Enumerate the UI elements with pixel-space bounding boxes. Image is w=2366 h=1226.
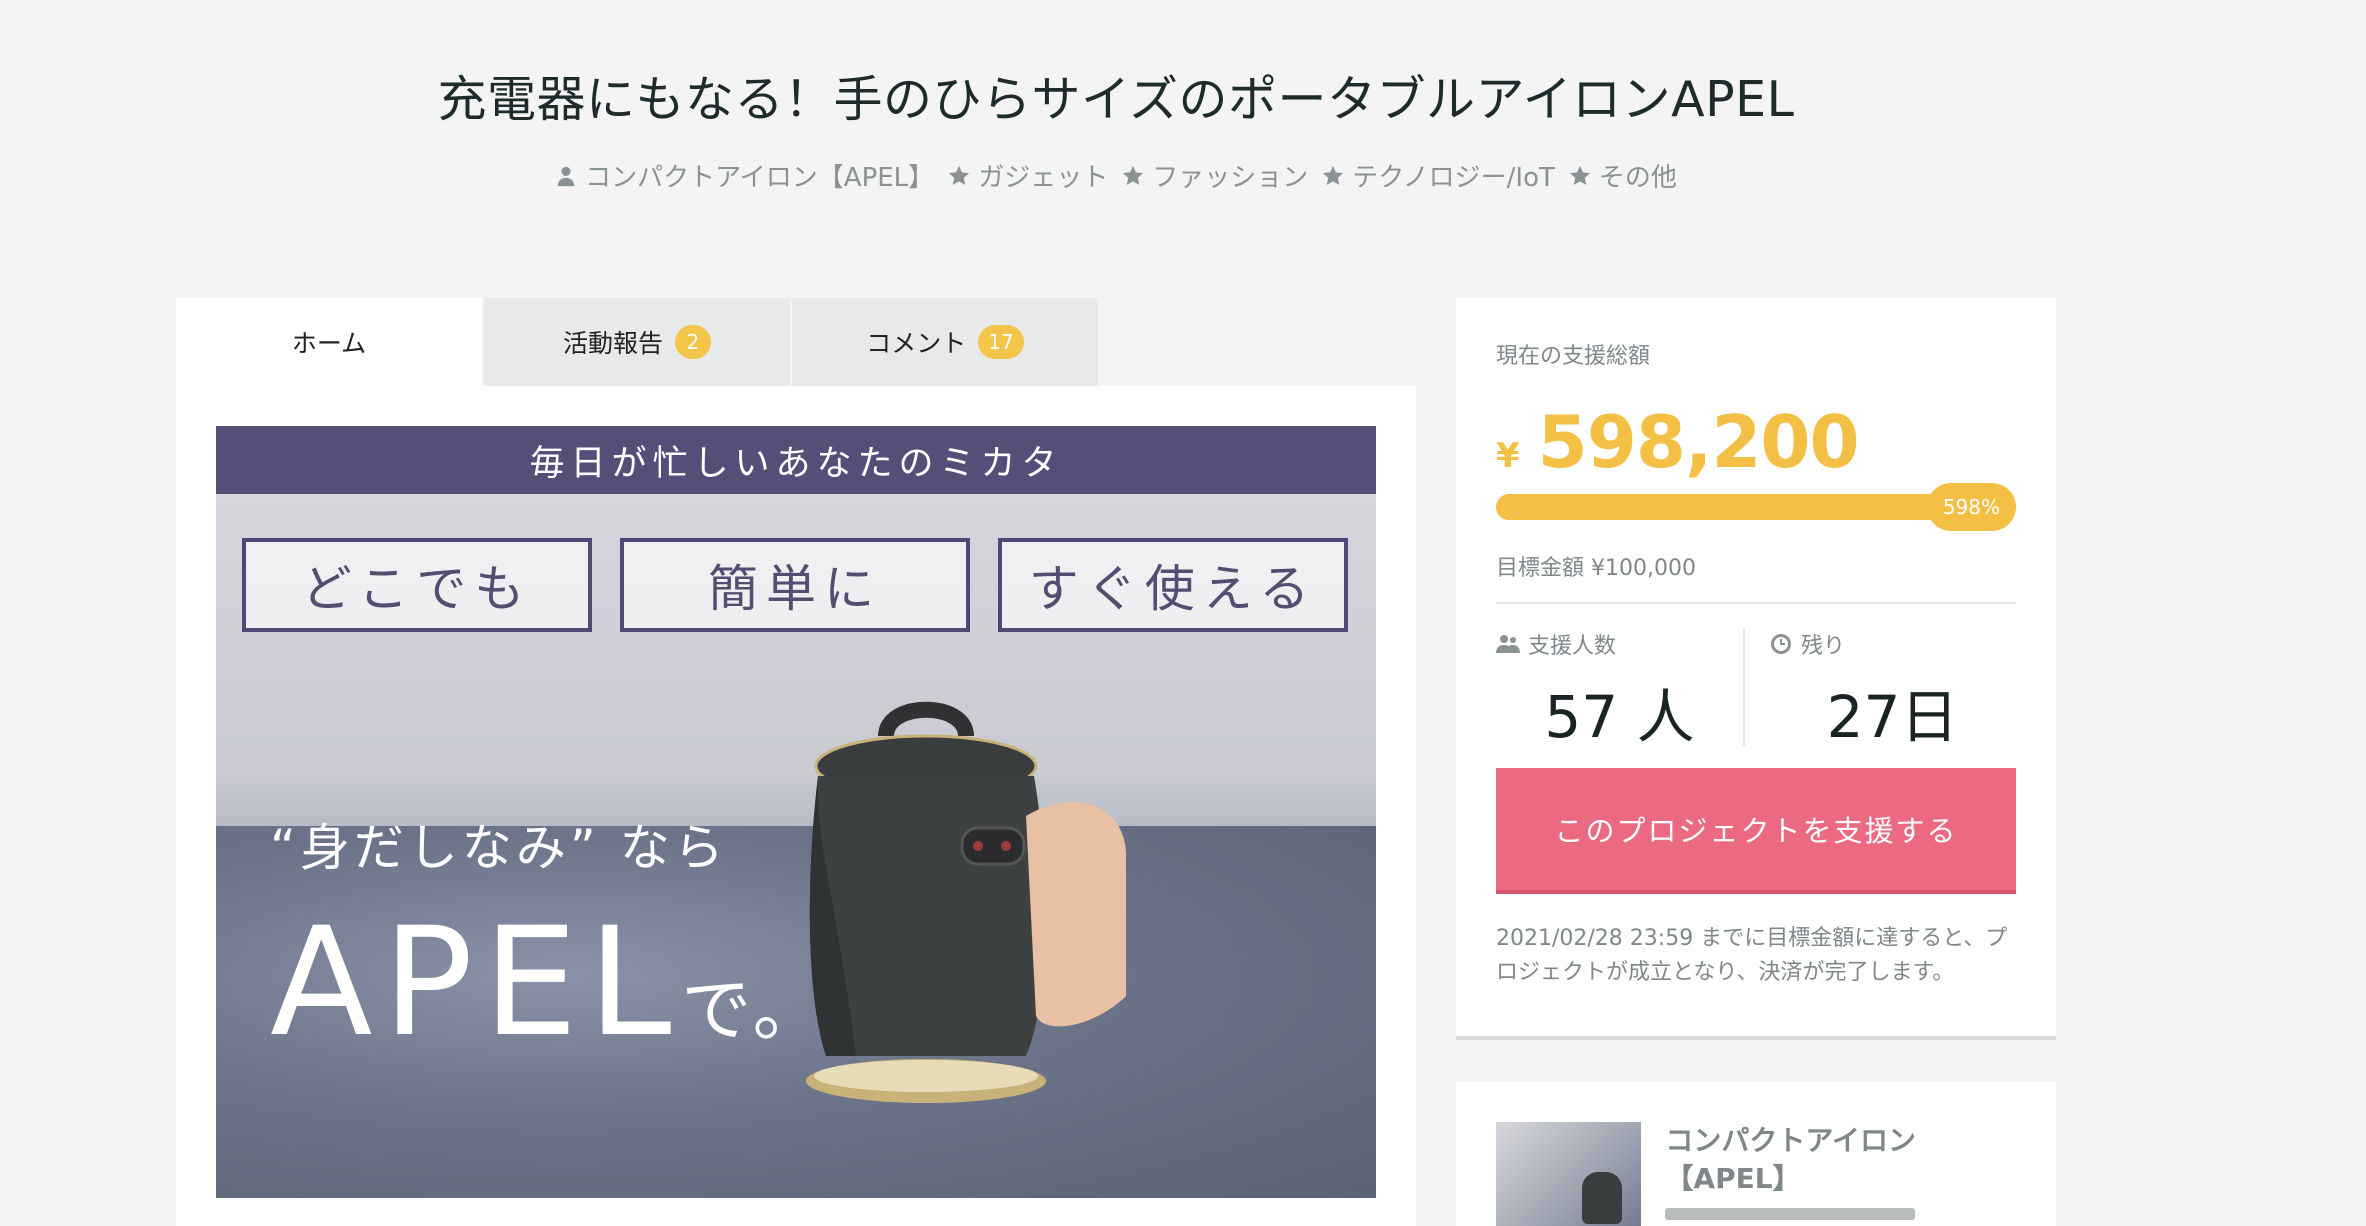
- hero-feature-boxes: どこでも 簡単に すぐ使える: [242, 538, 1348, 632]
- owner-info: コンパクトアイロン【APEL】: [1665, 1122, 2016, 1226]
- hero-image: 毎日が忙しいあなたのミカタ どこでも 簡単に すぐ使える “身だしなみ” なら …: [216, 426, 1376, 1198]
- category-label: ガジェット: [978, 163, 1109, 193]
- category-label: その他: [1598, 163, 1677, 193]
- divider: [1496, 602, 2016, 604]
- feature-box: 簡単に: [620, 538, 970, 632]
- stats-row: 支援人数 57 人 残り 27日: [1496, 628, 2016, 751]
- backers-value: 57 人: [1544, 683, 1695, 751]
- project-header: 充電器にもなる！手のひらサイズのポータブルアイロンAPEL コンパクトアイロン【…: [0, 60, 2232, 194]
- project-title: 充電器にもなる！手のひらサイズのポータブルアイロンAPEL: [437, 71, 1795, 128]
- hero-banner: 毎日が忙しいあなたのミカタ: [216, 426, 1376, 494]
- remaining-value: 27日: [1826, 683, 1959, 751]
- clock-icon: [1771, 634, 1791, 654]
- star-icon: [949, 165, 970, 185]
- category-gadget[interactable]: ガジェット: [948, 157, 1108, 194]
- back-project-button[interactable]: このプロジェクトを支援する: [1496, 768, 2016, 894]
- hero-brand: APEL: [270, 896, 682, 1070]
- hero-brand-line: APELで。: [270, 896, 827, 1070]
- progress-percent: 598%: [1926, 483, 2016, 531]
- star-icon: [1323, 165, 1344, 185]
- user-icon: [557, 166, 575, 186]
- users-icon: [1496, 635, 1520, 653]
- owner-thumbnail: [1496, 1122, 1642, 1226]
- tab-comments[interactable]: コメント 17: [792, 298, 1100, 386]
- category-other[interactable]: その他: [1569, 157, 1677, 194]
- count-badge: 17: [978, 325, 1024, 359]
- remaining-label-row: 残り: [1769, 628, 2016, 660]
- currency-symbol: ¥: [1496, 436, 1520, 476]
- backers-label: 支援人数: [1528, 634, 1617, 659]
- backers-label-row: 支援人数: [1496, 628, 1743, 660]
- current-amount: ¥ 598,200: [1496, 400, 2016, 484]
- tab-label: 活動報告: [562, 329, 663, 358]
- star-icon: [1569, 165, 1590, 185]
- owner-name: コンパクトアイロン【APEL】: [585, 163, 935, 193]
- funding-progress-bar: 598%: [1496, 483, 2016, 531]
- star-icon: [1123, 165, 1144, 185]
- owner-card-name: コンパクトアイロン【APEL】: [1665, 1124, 1917, 1195]
- count-badge: 2: [675, 325, 711, 359]
- owner-card-button-partial[interactable]: [1665, 1208, 1916, 1220]
- category-label: テクノロジー/IoT: [1352, 163, 1555, 193]
- category-fashion[interactable]: ファッション: [1122, 157, 1308, 194]
- category-label: ファッション: [1152, 163, 1309, 193]
- backers-stat: 支援人数 57 人: [1496, 628, 1743, 751]
- device-thumbnail-shape: [1582, 1172, 1622, 1224]
- tab-bar: ホーム 活動報告 2 コメント 17: [176, 298, 1416, 386]
- amount-value: 598,200: [1537, 400, 1860, 484]
- home-panel: 毎日が忙しいあなたのミカタ どこでも 簡単に すぐ使える “身だしなみ” なら …: [176, 386, 1416, 1226]
- goal-amount: 目標金額 ¥100,000: [1496, 556, 1696, 581]
- feature-box: どこでも: [242, 538, 592, 632]
- tab-activity-reports[interactable]: 活動報告 2: [484, 298, 792, 386]
- tab-label: コメント: [866, 329, 967, 358]
- owner-link[interactable]: コンパクトアイロン【APEL】: [555, 157, 934, 194]
- current-amount-label: 現在の支援総額: [1496, 344, 1651, 369]
- project-meta: コンパクトアイロン【APEL】 ガジェット ファッション テクノロジー/IoT …: [0, 157, 2232, 194]
- tab-label: ホーム: [291, 329, 367, 358]
- remaining-label: 残り: [1801, 634, 1846, 659]
- project-content: ホーム 活動報告 2 コメント 17 毎日が忙しいあなたのミカタ どこでも 簡単…: [176, 298, 1416, 1226]
- tab-home[interactable]: ホーム: [176, 298, 484, 386]
- category-tech[interactable]: テクノロジー/IoT: [1322, 157, 1555, 194]
- iron-device-illustration: [806, 701, 1126, 1103]
- funding-panel: 現在の支援総額 ¥ 598,200 598% 目標金額 ¥100,000 支援人…: [1456, 298, 2056, 1040]
- feature-box: すぐ使える: [998, 538, 1348, 632]
- funding-note: 2021/02/28 23:59 までに目標金額に達すると、プロジェクトが成立と…: [1496, 926, 2008, 985]
- hero-subtitle: “身だしなみ” なら: [270, 819, 728, 877]
- remaining-stat: 残り 27日: [1743, 628, 2016, 751]
- owner-card[interactable]: コンパクトアイロン【APEL】: [1456, 1082, 2056, 1226]
